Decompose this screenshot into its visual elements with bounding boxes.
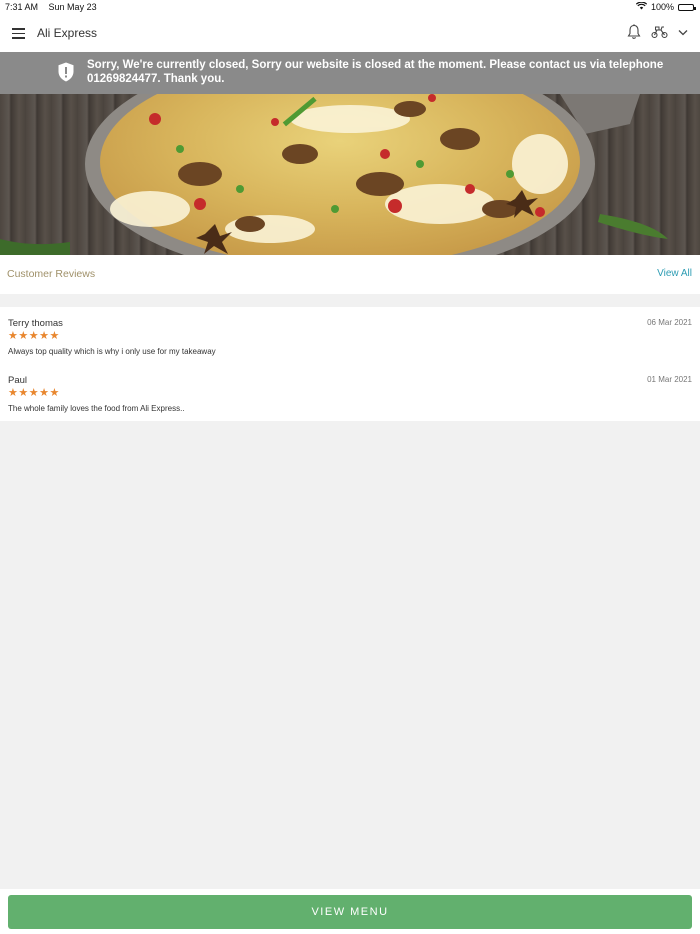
menu-icon[interactable] [12, 28, 25, 39]
review-item: Terry thomas 06 Mar 2021 ★★★★★ Always to… [8, 310, 692, 360]
bottom-action-bar: VIEW MENU [0, 889, 700, 934]
view-all-link[interactable]: View All [657, 268, 692, 279]
battery-percent: 100% [650, 2, 674, 12]
reviews-header: Customer Reviews View All [0, 255, 700, 294]
star-rating: ★★★★★ [8, 330, 60, 342]
view-menu-button[interactable]: VIEW MENU [8, 895, 692, 929]
chevron-down-icon[interactable] [678, 29, 688, 36]
reviewer-name: Terry thomas [8, 318, 63, 329]
closed-message: Sorry, We're currently closed, Sorry our… [87, 59, 664, 85]
shield-exclamation-icon [58, 62, 74, 87]
bell-icon[interactable] [627, 24, 641, 40]
hero-food-image [0, 94, 700, 255]
star-rating: ★★★★★ [8, 387, 60, 399]
review-date: 01 Mar 2021 [647, 375, 692, 384]
closed-notice-banner: Sorry, We're currently closed, Sorry our… [0, 52, 700, 94]
status-time: 7:31 AM [5, 2, 39, 12]
scooter-icon[interactable] [651, 25, 668, 39]
reviews-title: Customer Reviews [7, 268, 96, 280]
status-left: 7:31 AM Sun May 23 [5, 2, 97, 12]
review-text: Always top quality which is why i only u… [8, 347, 216, 356]
reviewer-name: Paul [8, 375, 28, 386]
app-header: Ali Express [0, 14, 700, 52]
review-text: The whole family loves the food from Ali… [8, 404, 185, 413]
status-bar: 7:31 AM Sun May 23 100% [0, 0, 700, 14]
app-title: Ali Express [37, 26, 98, 40]
status-right: 100% [635, 1, 696, 12]
battery-icon [678, 3, 696, 11]
review-item: Paul 01 Mar 2021 ★★★★★ The whole family … [8, 367, 692, 417]
wifi-icon [635, 1, 648, 12]
reviews-list: Terry thomas 06 Mar 2021 ★★★★★ Always to… [0, 307, 700, 421]
header-actions [627, 24, 688, 40]
review-date: 06 Mar 2021 [647, 318, 692, 327]
status-date: Sun May 23 [48, 2, 97, 12]
